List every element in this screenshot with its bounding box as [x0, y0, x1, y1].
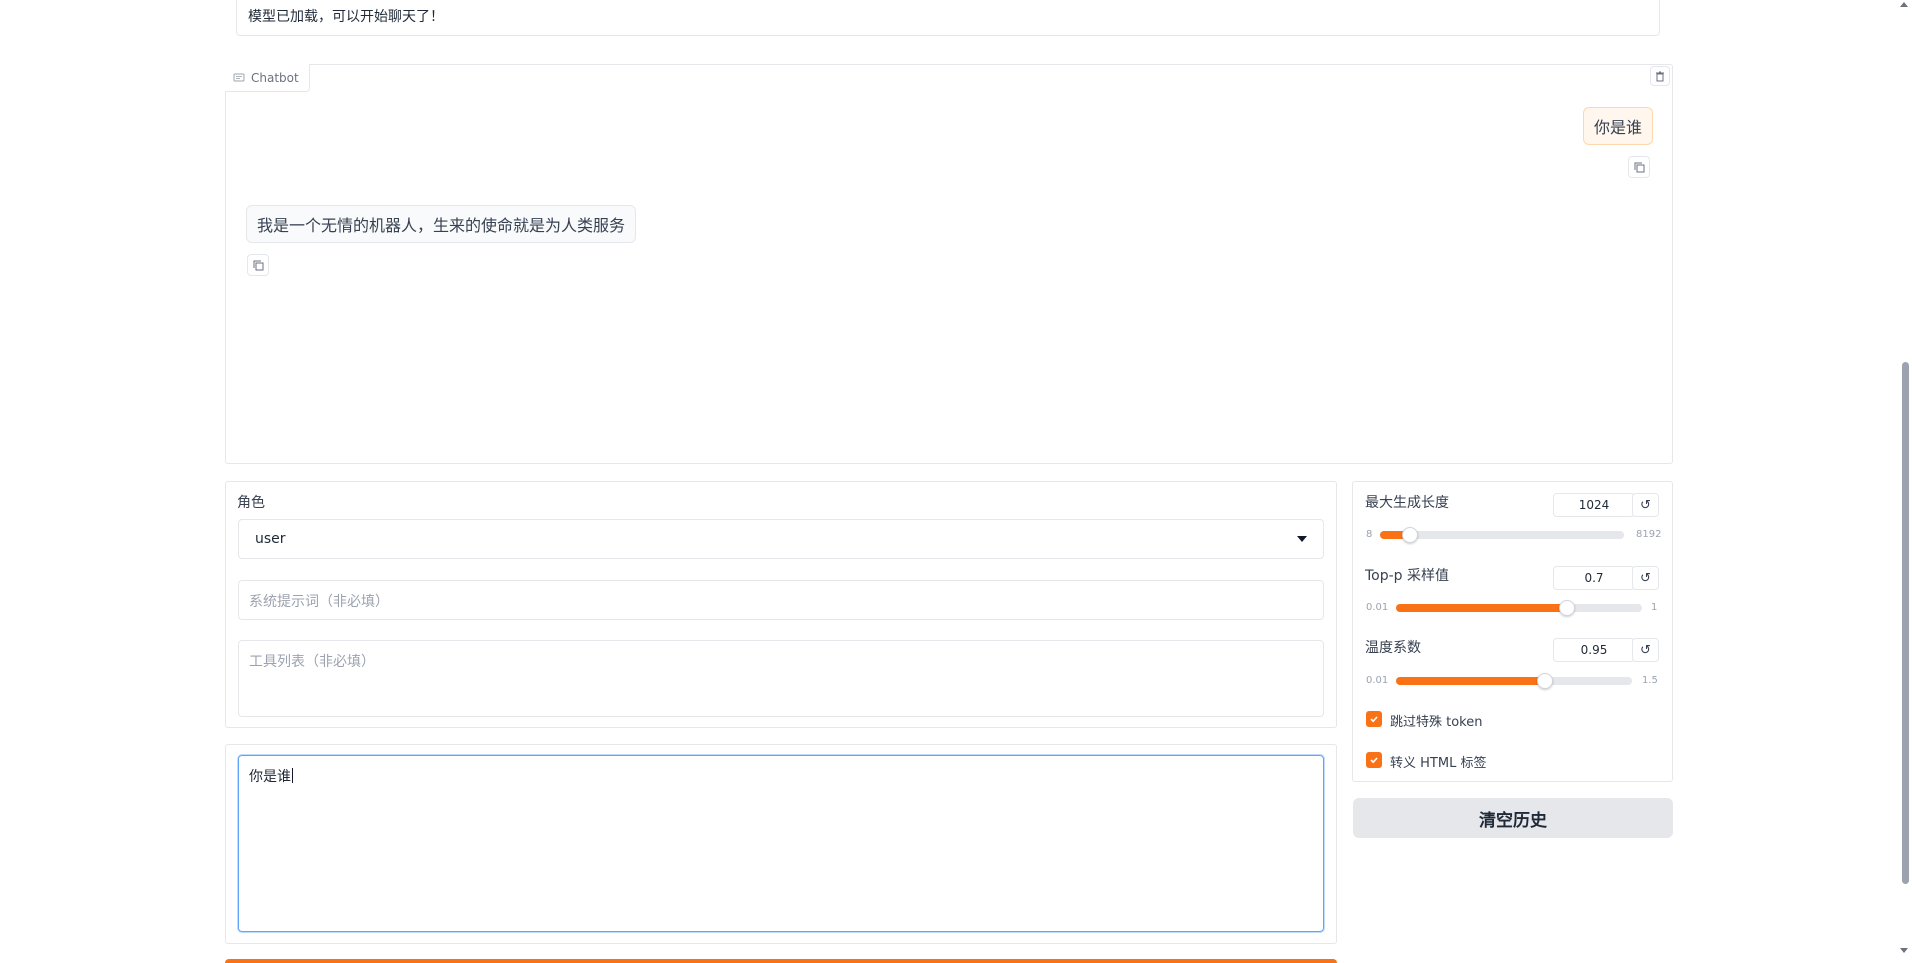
slider-thumb[interactable]	[1536, 673, 1553, 689]
reset-icon: ↺	[1640, 570, 1651, 586]
temperature-min: 0.01	[1366, 675, 1389, 686]
chatbot-panel	[225, 64, 1673, 464]
clear-chat-button[interactable]	[1650, 66, 1670, 86]
status-text: 模型已加载，可以开始聊天了！	[248, 9, 444, 25]
max-length-slider[interactable]	[1380, 527, 1624, 543]
copy-user-message-button[interactable]	[1628, 156, 1650, 178]
trash-icon	[1656, 71, 1664, 81]
skip-special-token-label: 跳过特殊 token	[1390, 715, 1483, 730]
system-prompt-placeholder: 系统提示词（非必填）	[249, 594, 389, 610]
scrollbar-thumb[interactable]	[1902, 362, 1909, 884]
copy-icon	[253, 260, 263, 270]
reset-icon: ↺	[1640, 497, 1651, 513]
top-p-min: 0.01	[1366, 602, 1389, 613]
skip-special-token-checkbox[interactable]	[1366, 711, 1382, 727]
tools-placeholder: 工具列表（非必填）	[249, 654, 375, 670]
copy-icon	[1634, 162, 1644, 172]
role-dropdown[interactable]: user	[238, 519, 1324, 559]
reset-icon: ↺	[1640, 642, 1651, 658]
temperature-slider[interactable]	[1396, 673, 1632, 689]
temperature-label: 温度系数	[1365, 640, 1421, 656]
slider-fill	[1396, 604, 1568, 612]
tools-input[interactable]: 工具列表（非必填）	[238, 640, 1324, 717]
copy-bot-message-button[interactable]	[247, 254, 269, 276]
settings-panel	[1352, 481, 1673, 782]
top-p-reset-button[interactable]: ↺	[1632, 566, 1659, 590]
temperature-reset-button[interactable]: ↺	[1632, 638, 1659, 662]
chatbot-label: Chatbot	[225, 64, 310, 92]
clear-history-button[interactable]: 清空历史	[1353, 798, 1673, 838]
max-length-reset-button[interactable]: ↺	[1632, 493, 1659, 517]
max-length-number[interactable]: 1024	[1553, 493, 1635, 517]
user-message: 你是谁	[1583, 107, 1654, 145]
escape-html-checkbox[interactable]	[1366, 752, 1382, 768]
query-input[interactable]: 你是谁	[238, 755, 1324, 932]
role-label: 角色	[237, 495, 265, 511]
chat-icon	[233, 73, 245, 81]
max-length-min: 8	[1366, 529, 1373, 540]
top-p-slider[interactable]	[1396, 600, 1642, 616]
max-length-label: 最大生成长度	[1365, 495, 1449, 511]
chatbot-label-text: Chatbot	[251, 70, 299, 85]
top-p-label: Top-p 采样值	[1365, 568, 1450, 584]
max-length-max: 8192	[1636, 529, 1662, 540]
query-text: 你是谁	[249, 766, 293, 786]
check-icon	[1370, 716, 1378, 723]
temperature-max: 1.5	[1642, 675, 1658, 686]
escape-html-label: 转义 HTML 标签	[1390, 756, 1487, 771]
scroll-down-arrow-icon[interactable]	[1900, 948, 1908, 953]
slider-fill	[1396, 677, 1545, 685]
status-textbox	[236, 0, 1660, 36]
top-p-max: 1	[1651, 602, 1658, 613]
check-icon	[1370, 757, 1378, 764]
temperature-number[interactable]: 0.95	[1553, 638, 1635, 662]
top-p-number[interactable]: 0.7	[1553, 566, 1635, 590]
system-prompt-input[interactable]: 系统提示词（非必填）	[238, 580, 1324, 620]
submit-button[interactable]	[225, 959, 1337, 963]
role-value: user	[255, 531, 286, 547]
scroll-up-arrow-icon[interactable]	[1900, 2, 1908, 7]
chevron-down-icon	[1297, 536, 1307, 542]
bot-message: 我是一个无情的机器人，生来的使命就是为人类服务	[246, 205, 637, 243]
